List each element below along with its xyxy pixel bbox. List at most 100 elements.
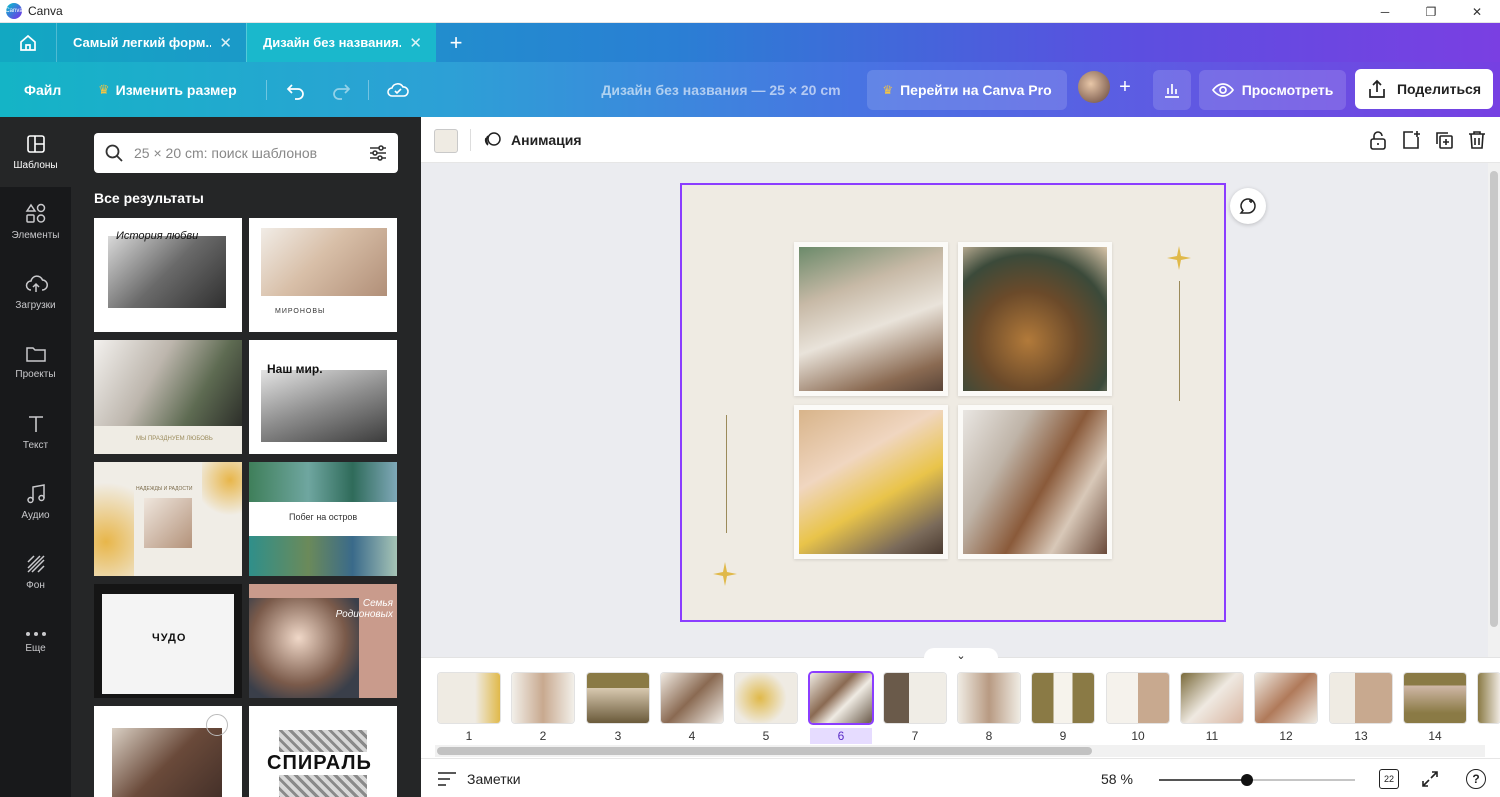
trash-icon: [1469, 131, 1485, 149]
rail-item-background[interactable]: Фон: [0, 537, 71, 607]
share-button[interactable]: Поделиться: [1355, 69, 1493, 109]
template-thumbnail[interactable]: СПИРАЛЬ: [249, 706, 397, 797]
photo-frame[interactable]: [958, 405, 1112, 559]
page-number: 5: [762, 729, 770, 743]
page-thumbnail[interactable]: [1478, 673, 1500, 723]
page-thumbnail[interactable]: [810, 673, 872, 723]
rail-item-more[interactable]: Еще: [0, 607, 71, 677]
hide-pages-toggle[interactable]: ⌄: [924, 648, 998, 662]
page-thumbnail[interactable]: [1181, 673, 1243, 723]
text-icon: [28, 416, 43, 432]
redo-button[interactable]: [330, 62, 352, 117]
upload-cloud-icon: [25, 275, 48, 292]
page-thumbnail[interactable]: [958, 673, 1020, 723]
template-caption: Побег на остров: [289, 512, 358, 522]
template-thumbnail[interactable]: Побег на остров: [249, 462, 397, 576]
page-thumbnail[interactable]: [438, 673, 500, 723]
template-thumbnail[interactable]: Наш мир.: [249, 340, 397, 454]
page-thumbnail[interactable]: [735, 673, 797, 723]
toolbar-divider: [266, 80, 267, 100]
photo-frame[interactable]: [958, 242, 1112, 396]
home-tab[interactable]: [0, 23, 56, 62]
tab-close-icon[interactable]: ✕: [219, 34, 232, 52]
zoom-level[interactable]: 58 %: [1101, 759, 1151, 797]
page-number: 11: [1205, 729, 1219, 743]
tab-close-icon[interactable]: ✕: [409, 34, 422, 52]
template-thumbnail[interactable]: История любви: [94, 218, 242, 332]
maximize-button[interactable]: ❐: [1408, 0, 1454, 23]
page-thumbnail[interactable]: [1404, 673, 1466, 723]
rail-item-projects[interactable]: Проекты: [0, 327, 71, 397]
resize-button[interactable]: ♛ Изменить размер: [98, 62, 237, 117]
template-thumbnail[interactable]: МЫ ПРАЗДНУЕМ ЛЮБОВЬ: [94, 340, 242, 454]
template-thumbnail[interactable]: Семья Родионовых: [249, 584, 397, 698]
user-avatar[interactable]: [1078, 71, 1110, 103]
zoom-slider-handle[interactable]: [1241, 774, 1254, 786]
lock-button[interactable]: [1366, 128, 1390, 152]
template-thumbnail[interactable]: НАДЕЖДЫ И РАДОСТИ: [94, 462, 242, 576]
template-thumbnail[interactable]: [94, 706, 242, 797]
page-thumbnail[interactable]: [661, 673, 723, 723]
animation-button[interactable]: Анимация: [483, 117, 582, 163]
minimize-button[interactable]: ─: [1362, 0, 1408, 23]
page-thumbnail[interactable]: [1330, 673, 1392, 723]
search-input[interactable]: 25 × 20 cm: поиск шаблонов: [134, 145, 368, 161]
rail-item-text[interactable]: Текст: [0, 397, 71, 467]
template-thumbnail[interactable]: МИРОНОВЫ: [249, 218, 397, 332]
undo-button[interactable]: [285, 62, 307, 117]
page-thumbnail[interactable]: [1255, 673, 1317, 723]
page-count-button[interactable]: 22: [1377, 767, 1401, 791]
insights-button[interactable]: [1153, 70, 1191, 110]
page-number: 1: [465, 729, 473, 743]
notes-button[interactable]: Заметки: [437, 759, 521, 797]
fullscreen-button[interactable]: [1418, 767, 1442, 791]
canva-logo-icon: Canva: [5, 3, 23, 19]
more-dots-icon: [25, 632, 46, 636]
invite-member-button[interactable]: +: [1112, 71, 1138, 103]
results-heading: Все результаты: [94, 190, 204, 206]
tab-document-2[interactable]: Дизайн без названия... ✕: [246, 23, 436, 62]
add-page-button[interactable]: [1399, 128, 1423, 152]
page-thumbnail[interactable]: [512, 673, 574, 723]
window-titlebar: Canva Canva ─ ❐ ✕: [0, 0, 1500, 23]
share-label: Поделиться: [1396, 81, 1482, 97]
photo-frame[interactable]: [794, 405, 948, 559]
preview-button[interactable]: Просмотреть: [1199, 70, 1346, 110]
upgrade-pro-button[interactable]: ♛ Перейти на Canva Pro: [867, 70, 1067, 110]
file-menu-button[interactable]: Файл: [24, 62, 61, 117]
add-comment-button[interactable]: [1230, 188, 1266, 224]
rail-label: Аудио: [21, 510, 50, 521]
page-thumbnail[interactable]: [1032, 673, 1094, 723]
new-tab-button[interactable]: +: [436, 23, 476, 62]
rail-item-templates[interactable]: Шаблоны: [0, 117, 71, 187]
template-caption: ЧУДО: [152, 632, 187, 644]
page-thumbnail[interactable]: [587, 673, 649, 723]
page-thumbnail[interactable]: [1107, 673, 1169, 723]
page-thumbnail[interactable]: [884, 673, 946, 723]
help-button[interactable]: ?: [1464, 767, 1488, 791]
rail-item-uploads[interactable]: Загрузки: [0, 257, 71, 327]
template-search-box[interactable]: 25 × 20 cm: поиск шаблонов: [94, 133, 398, 173]
filter-sliders-icon[interactable]: [368, 143, 388, 163]
duplicate-page-button[interactable]: [1432, 128, 1456, 152]
pages-horizontal-scrollbar[interactable]: [435, 745, 1485, 757]
design-page[interactable]: [680, 183, 1226, 622]
zoom-slider[interactable]: [1159, 774, 1355, 786]
bar-chart-icon: [1165, 84, 1179, 98]
tab-document-1[interactable]: Самый легкий форм... ✕: [56, 23, 246, 62]
design-title[interactable]: Дизайн без названия — 25 × 20 cm: [590, 62, 852, 117]
rail-label: Элементы: [11, 230, 60, 241]
page-number: 2: [539, 729, 547, 743]
cloud-save-status[interactable]: [386, 62, 410, 117]
rail-item-elements[interactable]: Элементы: [0, 187, 71, 257]
rail-item-audio[interactable]: Аудио: [0, 467, 71, 537]
template-thumbnail[interactable]: ЧУДО: [94, 584, 242, 698]
rail-label: Фон: [26, 580, 45, 591]
canvas-vertical-scrollbar[interactable]: [1488, 163, 1500, 657]
close-window-button[interactable]: ✕: [1454, 0, 1500, 23]
background-pattern-icon: [26, 555, 45, 573]
delete-page-button[interactable]: [1465, 128, 1489, 152]
photo-frame[interactable]: [794, 242, 948, 396]
folder-icon: [25, 347, 46, 362]
background-color-swatch[interactable]: [434, 129, 458, 153]
